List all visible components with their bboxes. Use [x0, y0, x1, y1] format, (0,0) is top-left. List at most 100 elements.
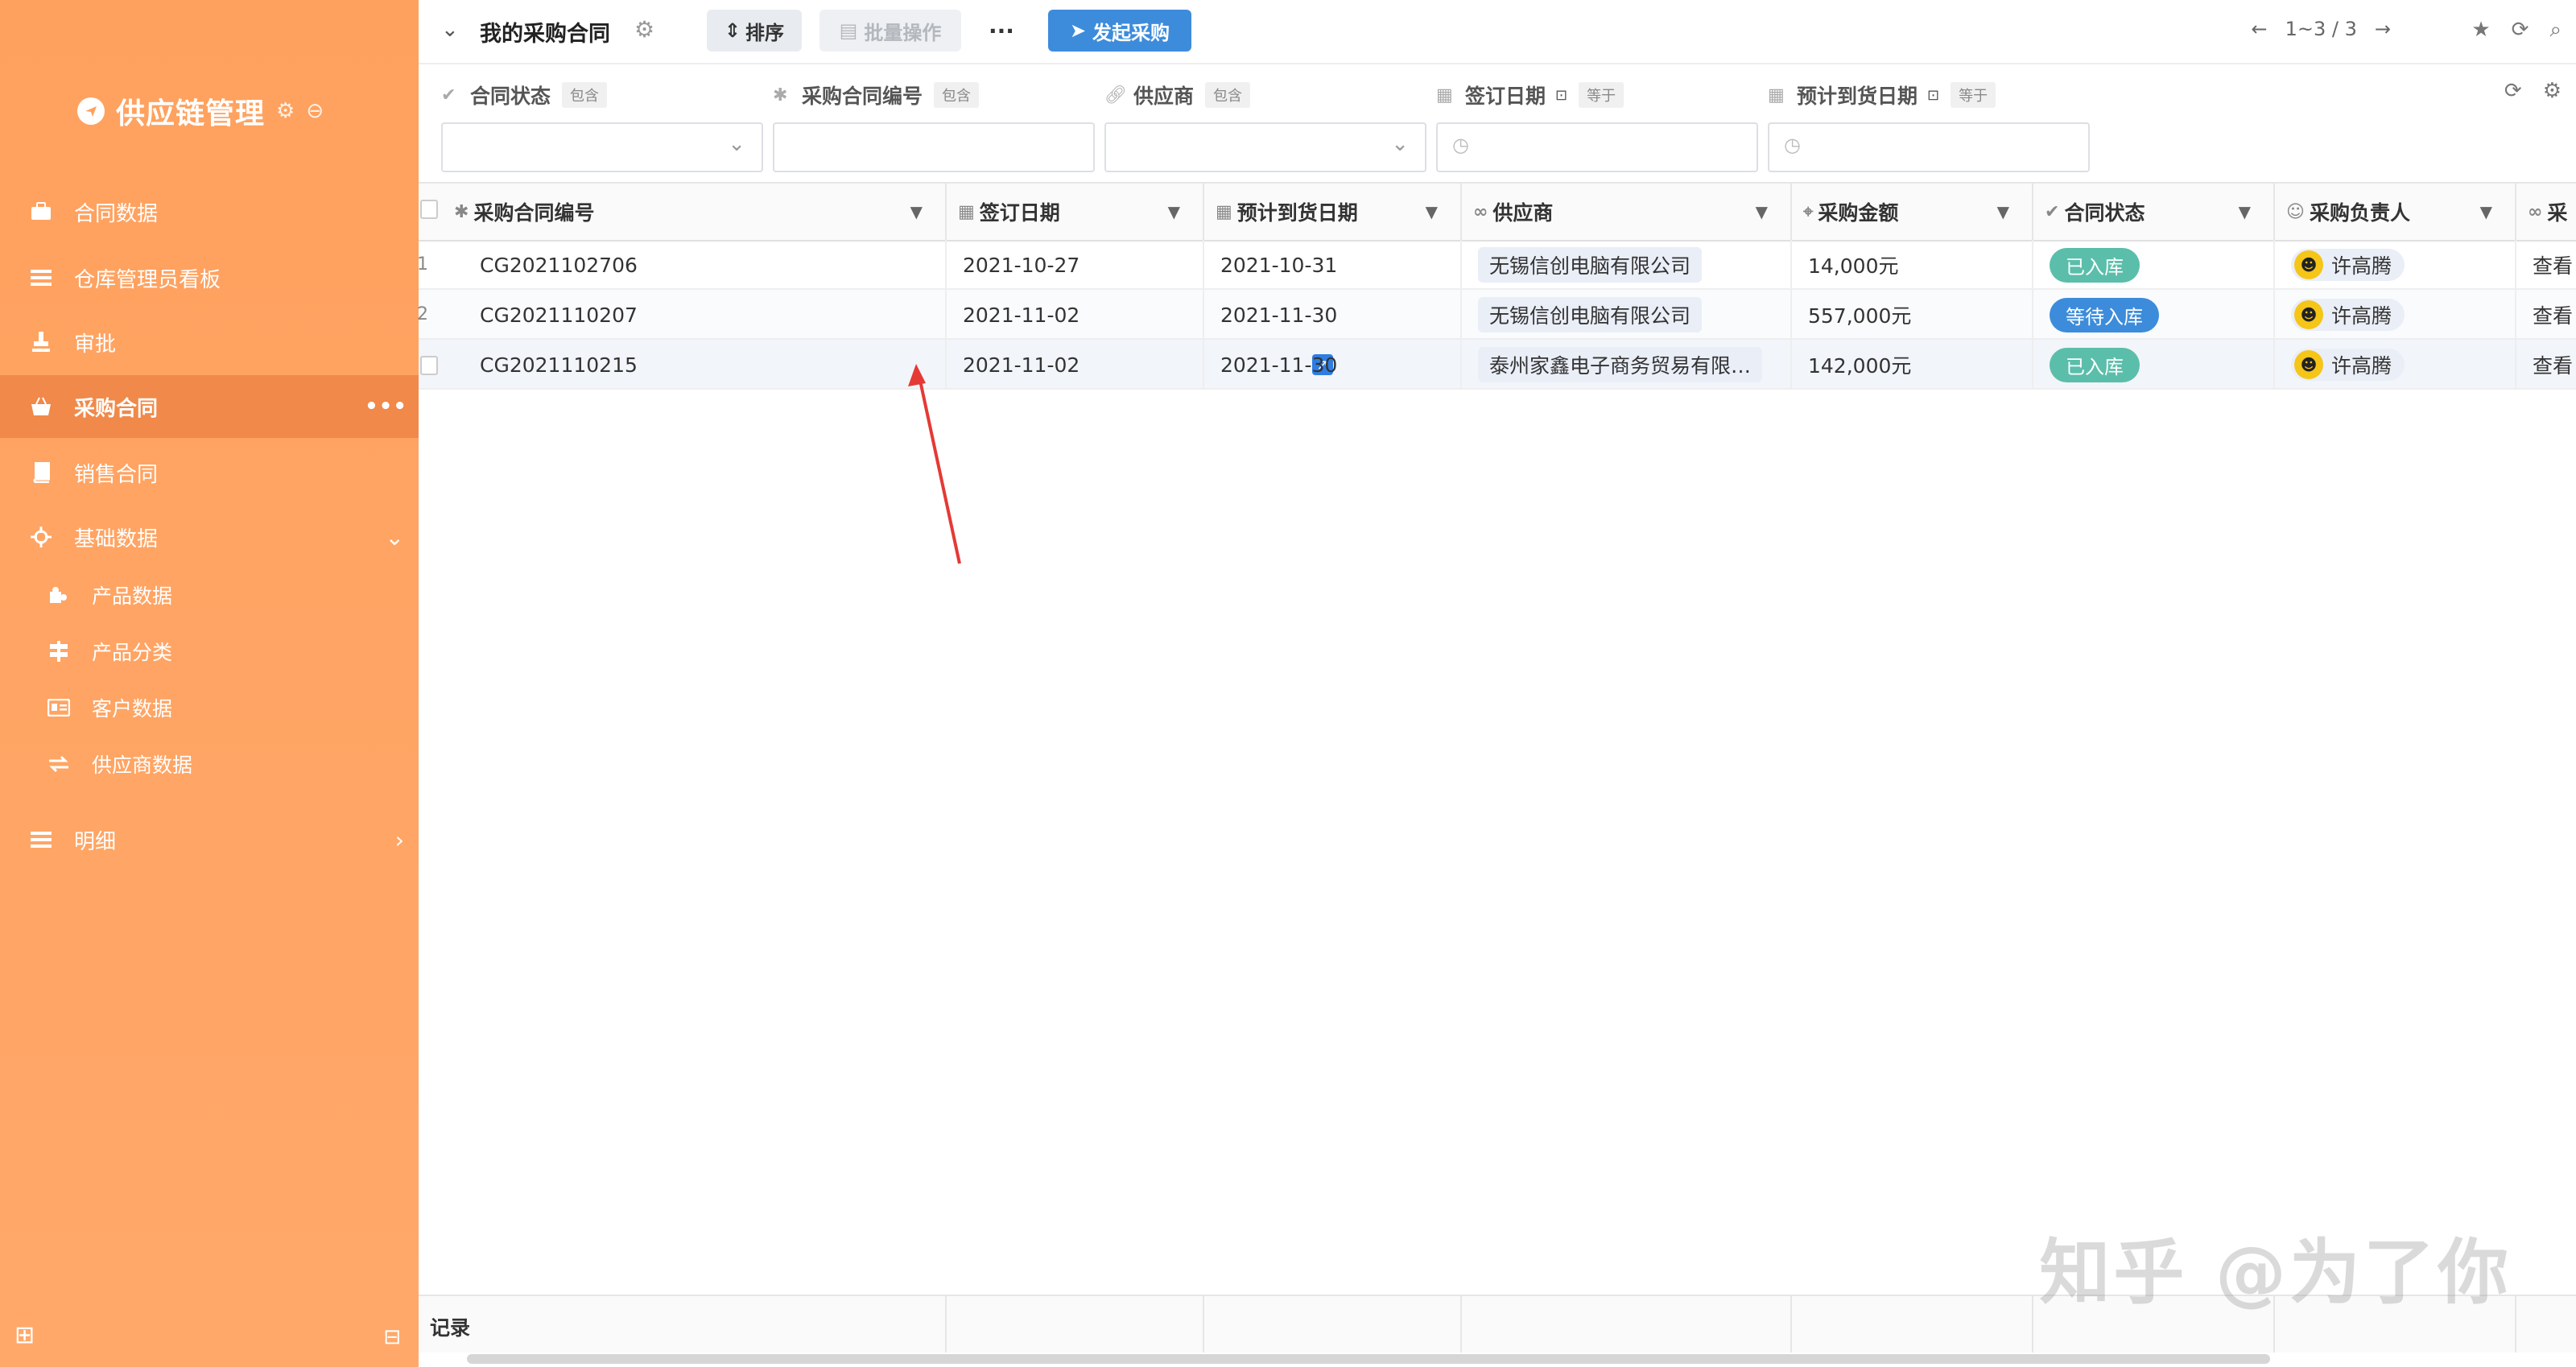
filter-operator[interactable]: 包含 — [562, 82, 608, 108]
caret-down-icon[interactable]: ▼ — [1426, 202, 1438, 221]
column-header-supplier[interactable]: ∞ 供应商 ▼ — [1462, 184, 1792, 240]
table-row[interactable]: 2 CG2021110207 2021-11-02 2021-11-30 无锡信… — [417, 290, 2576, 340]
settings-gears-icon[interactable]: ⚙ — [634, 16, 654, 43]
sidebar-item-base-data[interactable]: 基础数据 ⌄ — [0, 506, 419, 568]
select-all-checkbox[interactable] — [420, 200, 438, 219]
view-link[interactable]: 查看 — [2533, 300, 2573, 329]
link-icon: 🔗︎ — [1104, 85, 1127, 105]
calendar-icon: ▦ — [1436, 85, 1453, 105]
view-link[interactable]: 查看 — [2533, 250, 2573, 279]
launch-purchase-button[interactable]: ➤ 发起采购 — [1048, 10, 1191, 52]
sidebar-subitem-product-data[interactable]: 产品数据 — [0, 568, 419, 622]
supplier-chip[interactable]: 无锡信创电脑有限公司 — [1478, 247, 1703, 283]
owner-chip[interactable]: ☻ 许高腾 — [2291, 349, 2405, 381]
sidebar-item-sales-contract[interactable]: 销售合同 — [0, 441, 419, 504]
puzzle-icon — [45, 581, 72, 609]
sidebar-item-purchase-contract[interactable]: 采购合同 ••• — [0, 375, 419, 438]
column-header-code[interactable]: ✱ 采购合同编号 ▼ — [443, 184, 947, 240]
refresh-icon[interactable]: ⟳ — [2512, 18, 2529, 43]
caret-down-icon[interactable]: ▼ — [910, 202, 923, 221]
chevron-down-icon[interactable]: ⌄ — [386, 524, 404, 551]
supplier-select[interactable]: ⌄ — [1104, 122, 1426, 172]
prev-page-icon[interactable]: ← — [2252, 18, 2268, 40]
filter-operator[interactable]: 等于 — [1951, 82, 1996, 108]
sidebar-item-label: 销售合同 — [74, 462, 159, 487]
supplier-chip[interactable]: 泰州家鑫电子商务贸易有限… — [1478, 347, 1763, 382]
owner-chip[interactable]: ☻ 许高腾 — [2291, 249, 2405, 281]
search-icon[interactable]: ⌕ — [2549, 18, 2562, 43]
column-header-owner[interactable]: ☺ 采购负责人 ▼ — [2275, 184, 2516, 240]
filter-supplier: 🔗︎ 供应商 包含 ⌄ — [1104, 79, 1426, 172]
status-badge: 已入库 — [2050, 347, 2140, 382]
caret-down-icon[interactable]: ▼ — [2480, 202, 2492, 221]
column-header-label: 预计到货日期 — [1236, 201, 1358, 225]
filter-operator[interactable]: 包含 — [1205, 82, 1251, 108]
caret-down-icon[interactable]: ▼ — [2239, 202, 2251, 221]
clock-icon: ◷ — [1452, 134, 1469, 156]
book-icon — [27, 459, 55, 486]
sort-icon: ⇕ — [724, 19, 741, 42]
filter-mode-icon[interactable]: ⊡ — [1555, 87, 1567, 104]
column-header-amount[interactable]: ⌖ 采购金额 ▼ — [1792, 184, 2033, 240]
column-header-status[interactable]: ✔ 合同状态 ▼ — [2033, 184, 2275, 240]
circle-minus-icon[interactable]: ⊖ — [306, 99, 324, 123]
collapse-sidebar-icon[interactable]: ⊟ — [383, 1325, 401, 1349]
sign-date-picker[interactable]: ◷ — [1436, 122, 1758, 172]
column-header-label: 采购合同编号 — [473, 201, 595, 225]
footer-label: 记录 — [430, 1316, 471, 1340]
column-header-label: 合同状态 — [2064, 201, 2145, 225]
sidebar-item-label: 仓库管理员看板 — [74, 267, 221, 292]
sidebar-item-warehouse-board[interactable]: 仓库管理员看板 — [0, 246, 419, 309]
refresh-icon[interactable]: ⟳ — [2504, 79, 2522, 103]
row-checkbox[interactable] — [420, 356, 438, 375]
sidebar-item-label: 产品分类 — [92, 641, 173, 664]
arrival-date-picker[interactable]: ◷ — [1768, 122, 2090, 172]
filter-mode-icon[interactable]: ⊡ — [1927, 87, 1939, 104]
filter-operator[interactable]: 等于 — [1579, 82, 1624, 108]
star-icon[interactable]: ★ — [2471, 18, 2490, 43]
contract-status-select[interactable]: ⌄ — [441, 122, 763, 172]
footer-divider — [2515, 1296, 2516, 1353]
next-page-icon[interactable]: → — [2375, 18, 2391, 40]
table-row[interactable]: CG2021110215 ↗ 2021-11-02 2021-11-30 泰州家… — [419, 340, 2576, 390]
more-icon[interactable]: ••• — [365, 394, 407, 419]
column-header-sign-date[interactable]: ▦ 签订日期 ▼ — [947, 184, 1204, 240]
add-icon[interactable]: ⊞ — [14, 1321, 35, 1349]
cell-amount: 142,000元 — [1792, 340, 2033, 390]
caret-down-icon[interactable]: ▼ — [1756, 202, 1768, 221]
sidebar-item-detail[interactable]: 明细 › — [0, 808, 419, 871]
link-icon: ∞ — [2528, 201, 2543, 222]
table-row[interactable]: 1 CG2021102706 2021-10-27 2021-10-31 无锡信… — [417, 240, 2576, 290]
chevron-right-icon[interactable]: › — [395, 827, 404, 853]
signpost-icon — [45, 638, 72, 665]
filter-operator[interactable]: 包含 — [934, 82, 980, 108]
cell-sign-date: 2021-10-27 — [947, 240, 1204, 290]
list-icon — [27, 264, 55, 291]
sidebar-subitem-customer-data[interactable]: 客户数据 — [0, 681, 419, 734]
caret-down-icon[interactable]: ▼ — [1997, 202, 2009, 221]
pagination-text: 1~3 / 3 — [2285, 18, 2357, 40]
contract-code-input[interactable] — [773, 122, 1095, 172]
row-number: 2 — [417, 304, 428, 324]
column-header-arrival-date[interactable]: ▦ 预计到货日期 ▼ — [1204, 184, 1462, 240]
purchase-contract-table: ✱ 采购合同编号 ▼ ▦ 签订日期 ▼ ▦ 预计到货日期 ▼ ∞ 供应商 ▼ ⌖… — [417, 184, 2576, 1367]
batch-operation-button[interactable]: ▤ 批量操作 — [819, 10, 961, 52]
column-header-more[interactable]: ∞ 采 — [2516, 184, 2576, 240]
owner-chip[interactable]: ☻ 许高腾 — [2291, 299, 2405, 331]
more-button[interactable]: ··· — [977, 10, 1026, 52]
chevron-down-icon[interactable]: ⌄ — [441, 18, 459, 42]
sidebar-subitem-supplier-data[interactable]: 供应商数据 — [0, 737, 419, 791]
sidebar-item-label: 审批 — [74, 332, 117, 357]
gear-icon[interactable]: ⚙ — [2543, 79, 2562, 103]
view-link[interactable]: 查看 — [2533, 350, 2573, 379]
sidebar-subitem-product-category[interactable]: 产品分类 — [0, 625, 419, 678]
calendar-icon: ▦ — [1216, 201, 1232, 222]
horizontal-scrollbar[interactable] — [467, 1354, 2270, 1364]
sidebar-item-contract-data[interactable]: 合同数据 — [0, 180, 419, 243]
gear-icon[interactable]: ⚙ — [276, 99, 295, 123]
supplier-chip[interactable]: 无锡信创电脑有限公司 — [1478, 297, 1703, 332]
caret-down-icon[interactable]: ▼ — [1168, 202, 1180, 221]
sort-button[interactable]: ⇕ 排序 — [707, 10, 802, 52]
id-card-icon — [45, 694, 72, 721]
sidebar-item-approval[interactable]: 审批 — [0, 311, 419, 374]
